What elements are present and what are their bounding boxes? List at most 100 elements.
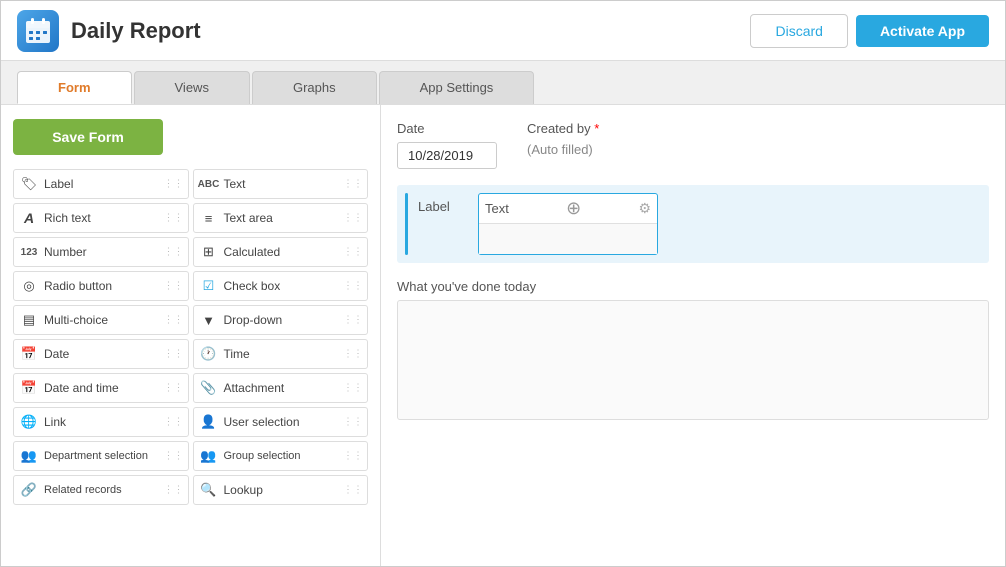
- drag-handle: ⋮⋮: [164, 383, 184, 394]
- created-by-label: Created by *: [527, 121, 599, 136]
- date-icon: 📅: [20, 345, 38, 363]
- field-check-box-label: Check box: [224, 279, 281, 293]
- what-done-textarea[interactable]: [397, 300, 989, 420]
- save-form-button[interactable]: Save Form: [13, 119, 163, 155]
- field-item-related-records[interactable]: 🔗 Related records ⋮⋮: [13, 475, 189, 505]
- field-item-time[interactable]: 🕐 Time ⋮⋮: [193, 339, 369, 369]
- tab-app-settings[interactable]: App Settings: [379, 71, 535, 104]
- field-item-department-selection[interactable]: 👥 Department selection ⋮⋮: [13, 441, 189, 471]
- time-icon: 🕐: [200, 345, 218, 363]
- app-title: Daily Report: [71, 18, 750, 44]
- field-item-date-and-time[interactable]: 📅 Date and time ⋮⋮: [13, 373, 189, 403]
- group-selection-icon: 👥: [200, 447, 218, 465]
- field-item-label[interactable]: 🏷 Label ⋮⋮: [13, 169, 189, 199]
- drag-handle: ⋮⋮: [343, 179, 363, 190]
- form-area: Date Created by * (Auto filled) Label: [381, 105, 1005, 566]
- main-content: Save Form 🏷 Label ⋮⋮ ABC Text ⋮⋮ A Rich …: [1, 105, 1005, 566]
- drag-handle: ⋮⋮: [164, 349, 184, 360]
- drag-handle: ⋮⋮: [164, 451, 184, 462]
- field-item-text[interactable]: ABC Text ⋮⋮: [193, 169, 369, 199]
- gear-icon[interactable]: ⚙: [638, 200, 651, 217]
- discard-button[interactable]: Discard: [750, 14, 847, 48]
- header: Daily Report Discard Activate App: [1, 1, 1005, 61]
- tab-graphs[interactable]: Graphs: [252, 71, 377, 104]
- related-records-icon: 🔗: [20, 481, 38, 499]
- created-by-field-group: Created by * (Auto filled): [527, 121, 599, 157]
- what-done-section: What you've done today: [397, 279, 989, 420]
- department-selection-icon: 👥: [20, 447, 38, 465]
- drag-handle: ⋮⋮: [343, 417, 363, 428]
- date-field-group: Date: [397, 121, 497, 169]
- drag-handle: ⋮⋮: [343, 213, 363, 224]
- app-wrapper: Daily Report Discard Activate App Form V…: [0, 0, 1006, 567]
- field-attachment-label: Attachment: [224, 381, 285, 395]
- field-date-and-time-label: Date and time: [44, 381, 119, 395]
- grid-icon[interactable]: ⊞: [1004, 214, 1005, 234]
- field-lookup-label: Lookup: [224, 483, 263, 497]
- text-field-top: Text ⊕ ⚙: [479, 194, 657, 224]
- field-item-number[interactable]: 123 Number ⋮⋮: [13, 237, 189, 267]
- field-item-text-area[interactable]: ≡ Text area ⋮⋮: [193, 203, 369, 233]
- field-item-multi-choice[interactable]: ▤ Multi-choice ⋮⋮: [13, 305, 189, 335]
- field-radio-label: Radio button: [44, 279, 112, 293]
- text-field-body: [479, 224, 657, 254]
- auto-filled-text: (Auto filled): [527, 142, 599, 157]
- field-label-text: Label: [44, 177, 73, 191]
- field-text-label: Text: [224, 177, 246, 191]
- field-grid: 🏷 Label ⋮⋮ ABC Text ⋮⋮ A Rich text ⋮⋮ ≡: [13, 169, 368, 505]
- sidebar: Save Form 🏷 Label ⋮⋮ ABC Text ⋮⋮ A Rich …: [1, 105, 381, 566]
- date-input[interactable]: [397, 142, 497, 169]
- field-multi-choice-label: Multi-choice: [44, 313, 108, 327]
- drag-handle: ⋮⋮: [343, 485, 363, 496]
- lookup-icon: 🔍: [200, 481, 218, 499]
- text-area-icon: ≡: [200, 209, 218, 227]
- selected-field-row: Label Text ⊕ ⚙ ⊞: [397, 185, 989, 263]
- field-item-group-selection[interactable]: 👥 Group selection ⋮⋮: [193, 441, 369, 471]
- tab-views[interactable]: Views: [134, 71, 250, 104]
- field-item-date[interactable]: 📅 Date ⋮⋮: [13, 339, 189, 369]
- number-icon: 123: [20, 243, 38, 261]
- field-rich-text-label: Rich text: [44, 211, 91, 225]
- text-icon: ABC: [200, 175, 218, 193]
- what-done-label: What you've done today: [397, 279, 989, 294]
- attachment-icon: 📎: [200, 379, 218, 397]
- drag-handle: ⋮⋮: [343, 315, 363, 326]
- tabs-bar: Form Views Graphs App Settings: [1, 61, 1005, 105]
- move-cursor-icon: ⊕: [566, 198, 581, 219]
- field-item-rich-text[interactable]: A Rich text ⋮⋮: [13, 203, 189, 233]
- drag-handle: ⋮⋮: [164, 315, 184, 326]
- drag-handle: ⋮⋮: [343, 451, 363, 462]
- field-item-link[interactable]: 🌐 Link ⋮⋮: [13, 407, 189, 437]
- check-box-icon: ☑: [200, 277, 218, 295]
- field-date-label: Date: [44, 347, 69, 361]
- date-created-row: Date Created by * (Auto filled): [397, 121, 989, 169]
- field-item-drop-down[interactable]: ▼ Drop-down ⋮⋮: [193, 305, 369, 335]
- field-group-label: Group selection: [224, 450, 301, 462]
- drag-handle: ⋮⋮: [164, 485, 184, 496]
- blue-bar: [405, 193, 408, 255]
- drag-handle: ⋮⋮: [164, 281, 184, 292]
- field-item-lookup[interactable]: 🔍 Lookup ⋮⋮: [193, 475, 369, 505]
- text-field-box[interactable]: Text ⊕ ⚙: [478, 193, 658, 255]
- text-field-value: Text: [485, 201, 509, 216]
- field-item-check-box[interactable]: ☑ Check box ⋮⋮: [193, 271, 369, 301]
- label-icon: 🏷: [20, 175, 38, 193]
- field-number-label: Number: [44, 245, 87, 259]
- field-item-calculated[interactable]: ⊞ Calculated ⋮⋮: [193, 237, 369, 267]
- field-link-label: Link: [44, 415, 66, 429]
- drag-handle: ⋮⋮: [343, 281, 363, 292]
- field-item-radio-button[interactable]: ◎ Radio button ⋮⋮: [13, 271, 189, 301]
- tab-form[interactable]: Form: [17, 71, 132, 104]
- drop-down-icon: ▼: [200, 311, 218, 329]
- multi-choice-icon: ▤: [20, 311, 38, 329]
- field-item-user-selection[interactable]: 👤 User selection ⋮⋮: [193, 407, 369, 437]
- drag-handle: ⋮⋮: [164, 179, 184, 190]
- field-item-attachment[interactable]: 📎 Attachment ⋮⋮: [193, 373, 369, 403]
- field-dept-label: Department selection: [44, 450, 148, 462]
- user-selection-icon: 👤: [200, 413, 218, 431]
- activate-app-button[interactable]: Activate App: [856, 15, 989, 47]
- required-marker: *: [594, 121, 599, 136]
- drag-handle: ⋮⋮: [164, 213, 184, 224]
- field-label-col: Label: [418, 193, 468, 214]
- calculated-icon: ⊞: [200, 243, 218, 261]
